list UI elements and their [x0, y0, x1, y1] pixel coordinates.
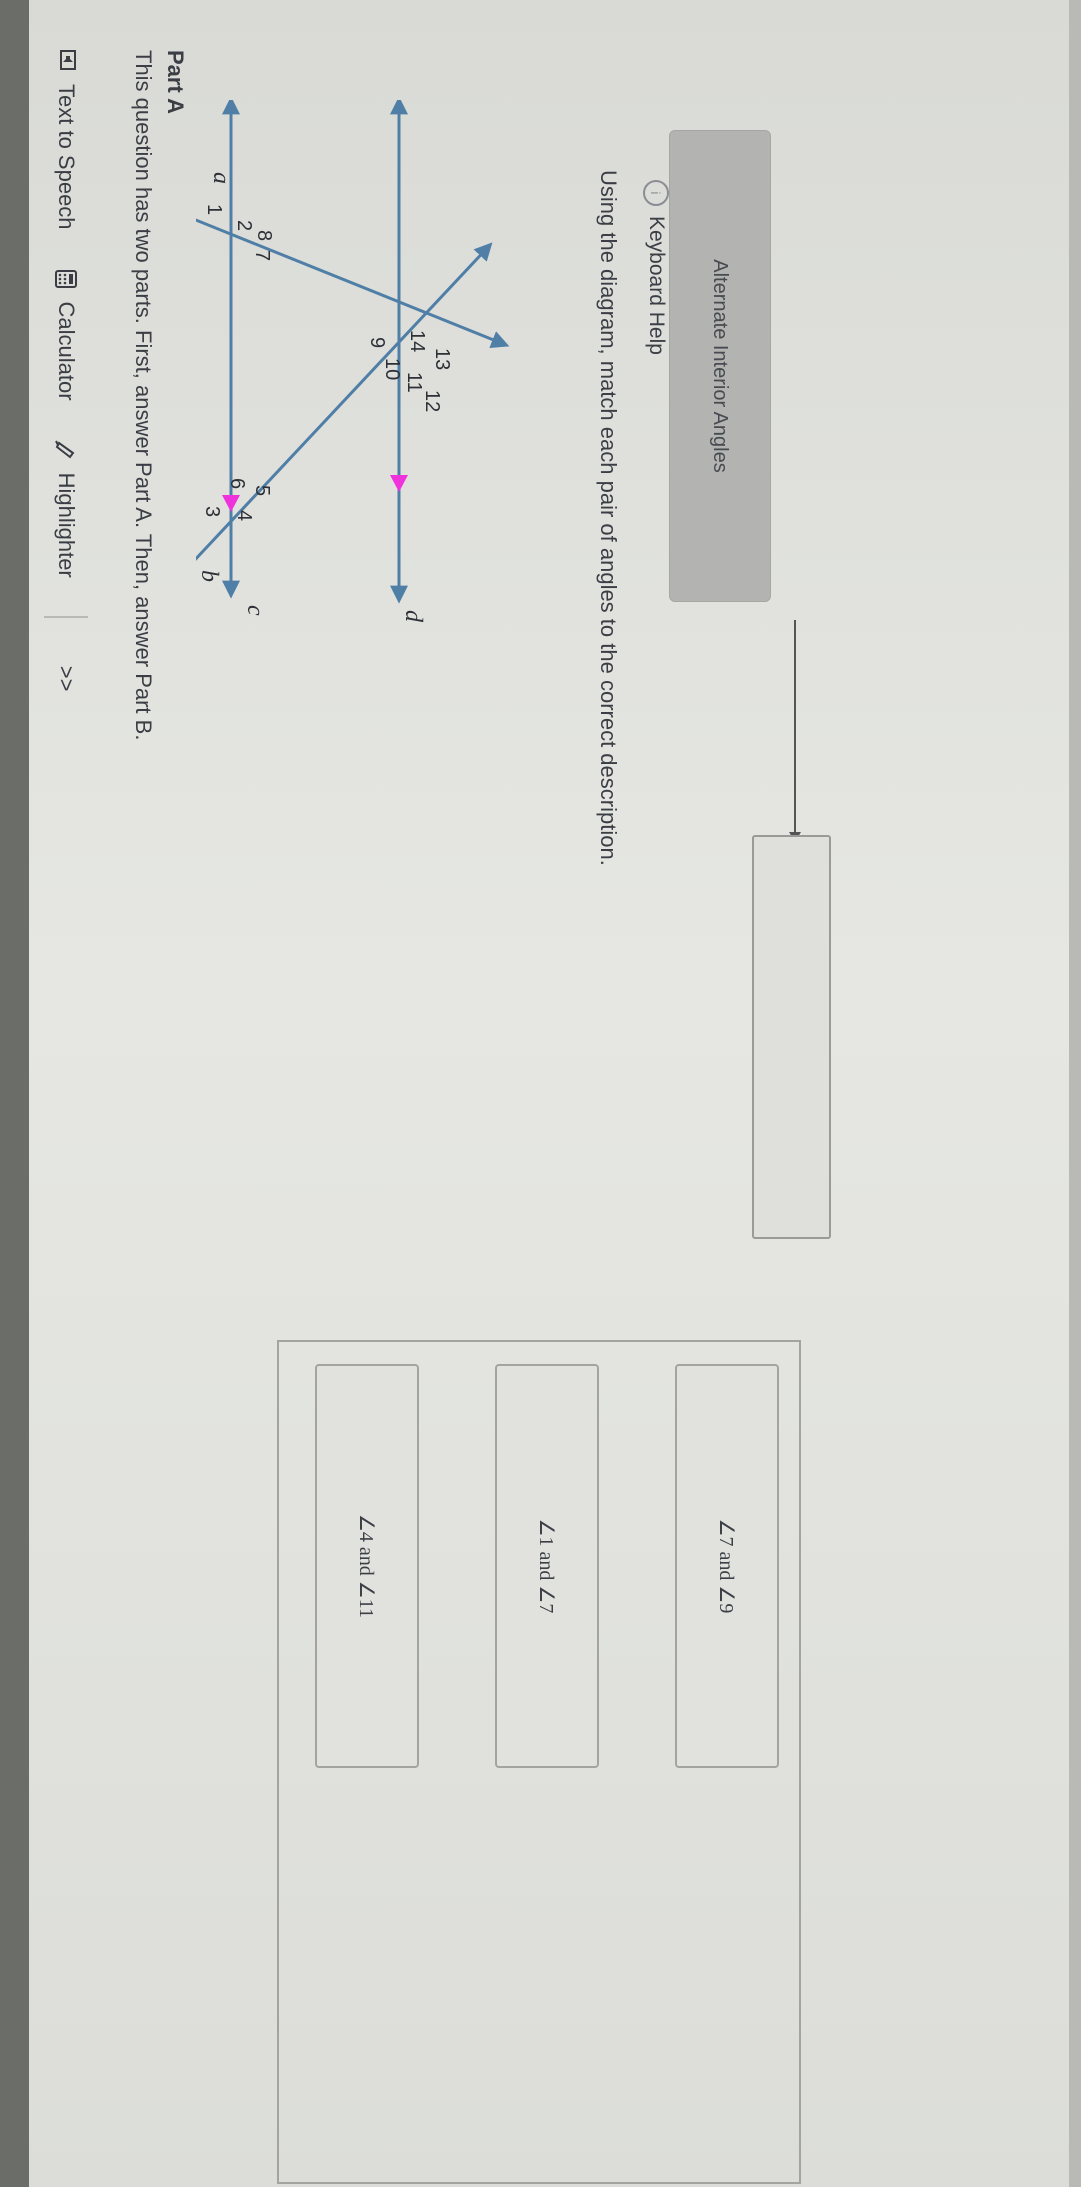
- angle-label-8: 8: [253, 230, 275, 241]
- keyboard-help-link[interactable]: i Keyboard Help: [643, 180, 669, 355]
- line-label-b: b: [196, 570, 222, 582]
- info-icon: i: [643, 180, 669, 206]
- top-strip: [0, 0, 29, 2187]
- page-edge: [1069, 0, 1081, 2187]
- angle-label-2: 2: [233, 220, 255, 231]
- drop-target[interactable]: [752, 835, 831, 1239]
- calculator-icon: [55, 268, 77, 290]
- angle-label-9: 9: [366, 337, 388, 348]
- question-intro: This question has two parts. First, answ…: [131, 50, 156, 741]
- draggable-choice[interactable]: Alternate Interior Angles: [669, 130, 771, 602]
- angle-label-6: 6: [226, 478, 248, 489]
- instructions: Using the diagram, match each pair of an…: [596, 170, 621, 866]
- parallel-mark-d: [390, 475, 408, 492]
- drag-arrow: [794, 620, 796, 840]
- angle-label-12: 12: [421, 390, 443, 412]
- text-to-speech-button[interactable]: Text to Speech: [53, 50, 79, 230]
- line-b: [196, 242, 493, 583]
- answer-options-panel: ∠7 and ∠9 ∠1 and ∠7 ∠4 and ∠11: [277, 1340, 801, 2184]
- angle-label-1: 1: [203, 204, 225, 215]
- line-label-a: a: [208, 172, 234, 184]
- part-a-heading: Part A: [163, 50, 188, 114]
- speaker-icon: [55, 50, 77, 72]
- toolbar-divider: [44, 615, 88, 618]
- line-label-c: c: [242, 605, 268, 616]
- angle-label-13: 13: [431, 348, 453, 370]
- angle-label-14: 14: [406, 330, 428, 352]
- calculator-button[interactable]: Calculator: [53, 268, 79, 401]
- keyboard-help-label: Keyboard Help: [645, 216, 668, 355]
- angle-label-5: 5: [251, 485, 273, 496]
- angle-label-10: 10: [381, 358, 403, 380]
- angle-label-7: 7: [251, 250, 273, 261]
- answer-option[interactable]: ∠4 and ∠11: [315, 1364, 419, 1768]
- highlighter-icon: [55, 439, 77, 461]
- calculator-label: Calculator: [54, 301, 79, 401]
- angle-label-4: 4: [233, 510, 255, 521]
- text-to-speech-label: Text to Speech: [54, 84, 79, 230]
- angle-label-3: 3: [201, 506, 223, 517]
- toolbar: Text to Speech Calculator Highlighter >>: [41, 50, 91, 691]
- answer-option[interactable]: ∠1 and ∠7: [495, 1364, 599, 1768]
- more-tools-button[interactable]: >>: [53, 666, 79, 692]
- highlighter-button[interactable]: Highlighter: [53, 439, 79, 578]
- answer-option[interactable]: ∠7 and ∠9: [675, 1364, 779, 1768]
- highlighter-label: Highlighter: [54, 472, 79, 578]
- screen: Text to Speech Calculator Highlighter >>…: [0, 0, 1081, 2187]
- line-label-d: d: [400, 610, 426, 623]
- angle-diagram: a b c d 1 2 3 4 5 6 7 8 9 10 11 12 13 14: [196, 100, 510, 623]
